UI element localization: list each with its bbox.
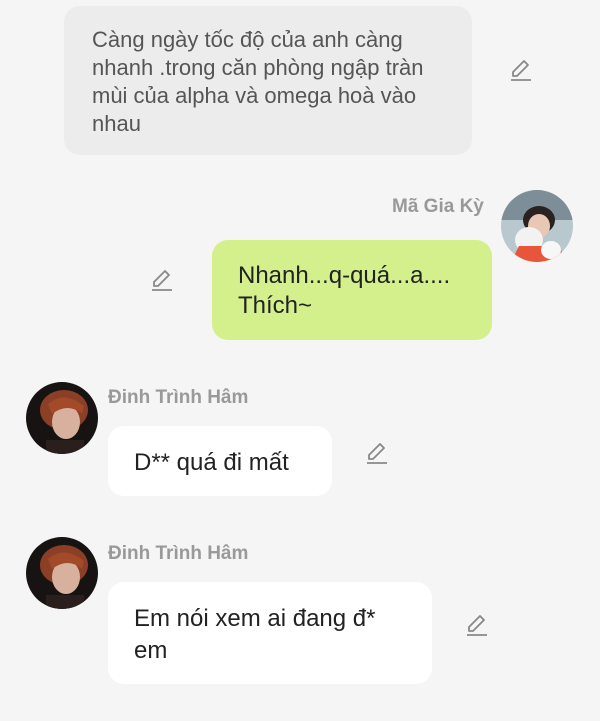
narration-text: Càng ngày tốc độ của anh càng nhanh .tro… [92, 27, 424, 136]
avatar-image [26, 537, 98, 609]
pencil-edit-icon[interactable] [508, 57, 534, 83]
avatar-image [26, 382, 98, 454]
user-avatar[interactable] [501, 190, 573, 262]
pencil-edit-icon[interactable] [464, 612, 490, 638]
message-text: Nhanh...q-quá...a.... Thích~ [238, 262, 451, 319]
message-text: Em nói xem ai đang đ* em [134, 605, 376, 664]
outgoing-message-bubble[interactable]: Nhanh...q-quá...a.... Thích~ [212, 240, 492, 340]
pencil-edit-icon[interactable] [364, 440, 390, 466]
incoming-message-bubble[interactable]: Em nói xem ai đang đ* em [108, 582, 432, 684]
sender-name: Đinh Trình Hâm [108, 387, 249, 408]
message-text: D** quá đi mất [134, 449, 289, 476]
sender-name: Mã Gia Kỳ [392, 196, 484, 217]
user-avatar[interactable] [26, 537, 98, 609]
user-avatar[interactable] [26, 382, 98, 454]
incoming-message-bubble[interactable]: D** quá đi mất [108, 426, 332, 496]
narration-bubble[interactable]: Càng ngày tốc độ của anh càng nhanh .tro… [64, 6, 472, 155]
sender-name: Đinh Trình Hâm [108, 543, 249, 564]
pencil-edit-icon[interactable] [149, 267, 175, 293]
avatar-image [501, 190, 573, 262]
